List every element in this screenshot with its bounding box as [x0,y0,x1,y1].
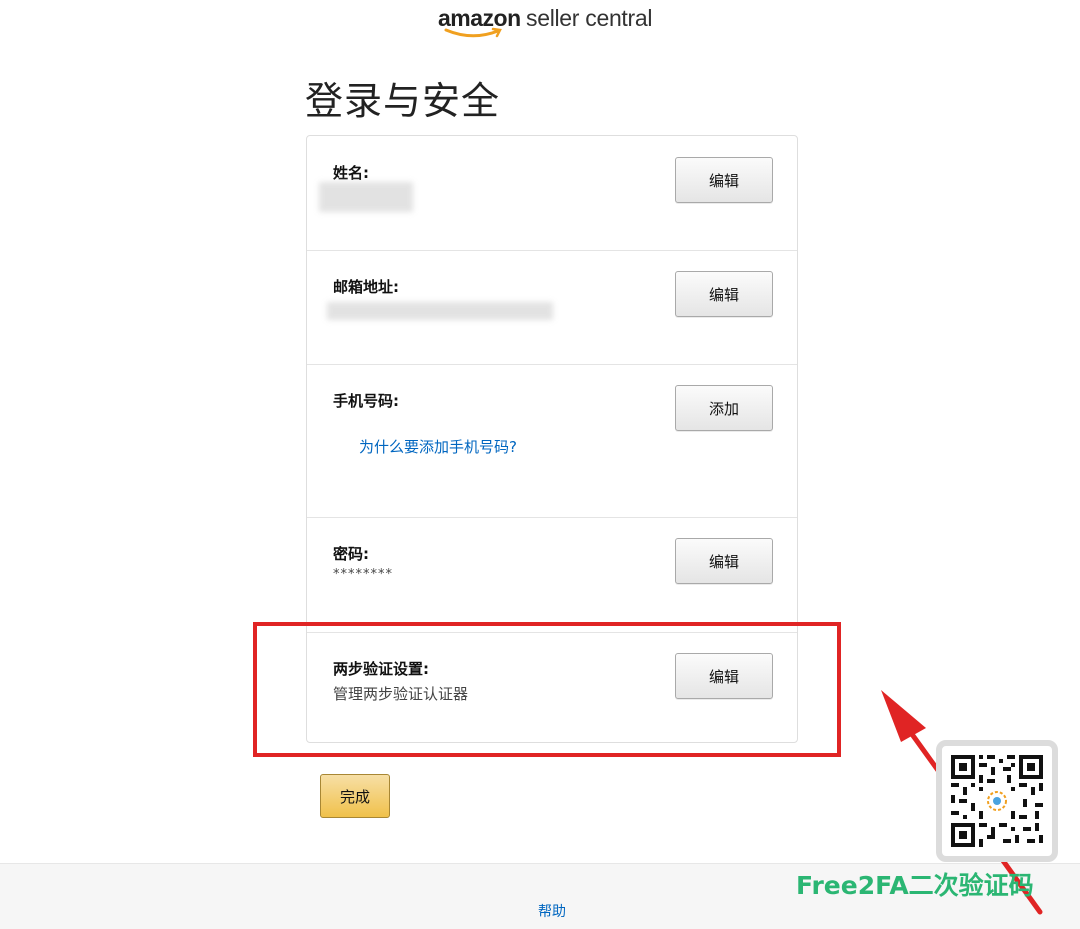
row-password: 密码: ******** 编辑 [307,517,797,633]
add-phone-button[interactable]: 添加 [675,385,773,431]
done-button[interactable]: 完成 [320,774,390,818]
why-add-phone-link[interactable]: 为什么要添加手机号码? [359,436,517,457]
qr-code-card [936,740,1058,862]
name-label: 姓名: [333,164,369,182]
edit-email-button[interactable]: 编辑 [675,271,773,317]
two-step-description: 管理两步验证认证器 [333,685,469,703]
phone-label: 手机号码: [333,392,399,410]
logo-product: seller central [526,5,653,31]
row-email: 邮箱地址: 编辑 [307,250,797,365]
qr-code-icon [949,753,1045,849]
free2fa-watermark: Free2FA二次验证码 [796,871,1034,900]
amazon-seller-central-logo: amazon seller central [438,2,678,42]
edit-name-button[interactable]: 编辑 [675,157,773,203]
page-title: 登录与安全 [305,79,501,123]
row-two-step: 两步验证设置: 管理两步验证认证器 编辑 [307,632,797,742]
row-phone: 手机号码: 为什么要添加手机号码? 添加 [307,364,797,518]
amazon-smile-icon [444,27,502,38]
edit-password-button[interactable]: 编辑 [675,538,773,584]
name-value-blurred [319,182,413,212]
edit-two-step-button[interactable]: 编辑 [675,653,773,699]
email-label: 邮箱地址: [333,278,399,296]
password-mask: ******** [333,567,393,582]
row-name: 姓名: 编辑 [307,136,797,251]
password-label: 密码: [333,545,369,563]
help-link[interactable]: 帮助 [538,901,566,921]
email-value-blurred [327,302,553,320]
login-security-panel: 姓名: 编辑 邮箱地址: 编辑 手机号码: 为什么要添加手机号码? 添加 密码:… [306,135,798,743]
two-step-label: 两步验证设置: [333,660,429,678]
